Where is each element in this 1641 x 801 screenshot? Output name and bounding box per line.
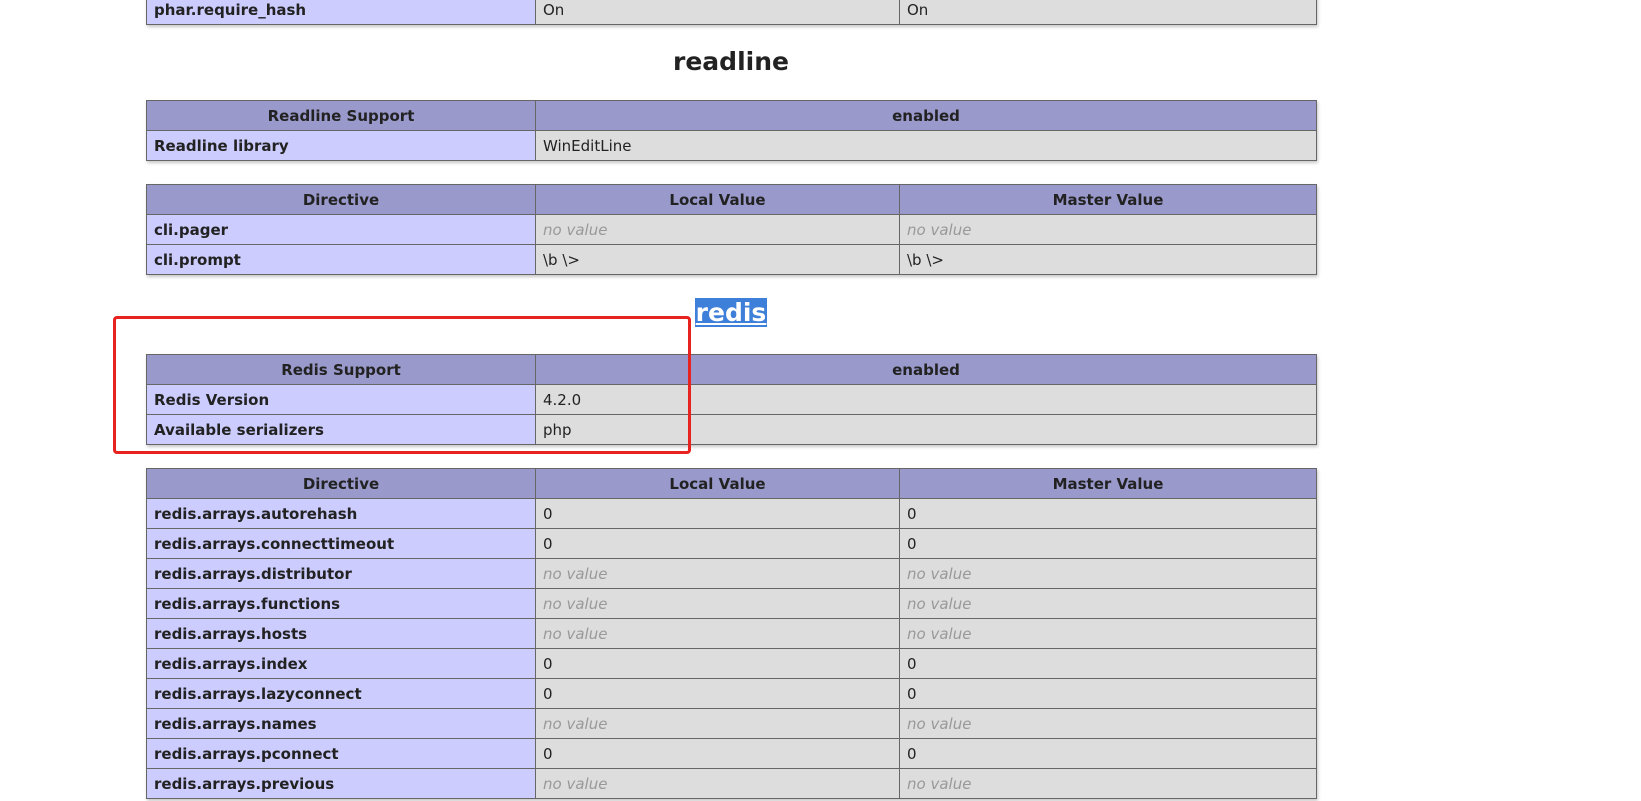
local-value: 0	[535, 738, 900, 769]
directive-name: redis.arrays.autorehash	[146, 498, 536, 529]
redis-serializers-value: php	[534, 414, 1318, 445]
master-value: no value	[899, 768, 1317, 799]
master-value: no value	[899, 708, 1317, 739]
redis-support-value: enabled	[534, 354, 1318, 385]
table-row: redis.arrays.autorehash 0 0	[146, 498, 1317, 529]
redis-directives-body: redis.arrays.autorehash 0 0 redis.arrays.co…	[146, 498, 1317, 799]
local-value: no value	[535, 618, 900, 649]
master-value: no value	[899, 588, 1317, 619]
directive-name: redis.arrays.names	[146, 708, 536, 739]
master-value: 0	[899, 678, 1317, 709]
master-value: \b \>	[899, 244, 1317, 275]
redis-info-table: Redis Support enabled Redis Version 4.2.…	[146, 354, 1318, 445]
directive-name: redis.arrays.previous	[146, 768, 536, 799]
table-row: cli.pager no value no value	[146, 214, 1317, 245]
table-row: redis.arrays.distributor no value no value	[146, 558, 1317, 589]
section-title-readline: readline	[146, 47, 1316, 76]
table-row: redis.arrays.index 0 0	[146, 648, 1317, 679]
table-row: redis.arrays.lazyconnect 0 0	[146, 678, 1317, 709]
local-value: 0	[535, 498, 900, 529]
readline-directives-table: Directive Local Value Master Value cli.p…	[146, 184, 1317, 275]
local-value: On	[535, 0, 900, 25]
table-header-row: Directive Local Value Master Value	[146, 184, 1317, 215]
local-value-header: Local Value	[535, 468, 900, 499]
table-row: Available serializers php	[146, 414, 1318, 445]
master-value: 0	[899, 498, 1317, 529]
local-value: no value	[535, 588, 900, 619]
master-value: no value	[899, 558, 1317, 589]
table-header-row: Redis Support enabled	[146, 354, 1318, 385]
master-value: no value	[899, 214, 1317, 245]
local-value: \b \>	[535, 244, 900, 275]
local-value: 0	[535, 648, 900, 679]
directive-name: redis.arrays.pconnect	[146, 738, 536, 769]
local-value: 0	[535, 528, 900, 559]
master-value: no value	[899, 618, 1317, 649]
master-value-header: Master Value	[899, 184, 1317, 215]
master-value: 0	[899, 528, 1317, 559]
directive-name: redis.arrays.lazyconnect	[146, 678, 536, 709]
phar-directives-table: phar.require_hash On On	[146, 0, 1317, 25]
master-value-header: Master Value	[899, 468, 1317, 499]
directive-header: Directive	[146, 468, 536, 499]
table-row: phar.require_hash On On	[146, 0, 1317, 25]
directive-name: redis.arrays.functions	[146, 588, 536, 619]
directive-name: redis.arrays.distributor	[146, 558, 536, 589]
table-row: redis.arrays.hosts no value no value	[146, 618, 1317, 649]
local-value: 0	[535, 678, 900, 709]
readline-support-value: enabled	[534, 100, 1318, 131]
table-row: redis.arrays.functions no value no value	[146, 588, 1317, 619]
directive-header: Directive	[146, 184, 536, 215]
local-value: no value	[535, 708, 900, 739]
table-row: redis.arrays.pconnect 0 0	[146, 738, 1317, 769]
table-row: Readline library WinEditLine	[146, 130, 1318, 161]
section-title-redis: redis	[146, 298, 1316, 327]
readline-support-label: Readline Support	[146, 100, 536, 131]
local-value-header: Local Value	[535, 184, 900, 215]
table-header-row: Directive Local Value Master Value	[146, 468, 1317, 499]
redis-serializers-label: Available serializers	[146, 414, 536, 445]
table-row: redis.arrays.names no value no value	[146, 708, 1317, 739]
redis-directives-table: Directive Local Value Master Value redis…	[146, 468, 1317, 799]
redis-version-label: Redis Version	[146, 384, 536, 415]
readline-anchor-link[interactable]: readline	[673, 47, 789, 76]
local-value: no value	[535, 558, 900, 589]
table-row: redis.arrays.connecttimeout 0 0	[146, 528, 1317, 559]
table-row: cli.prompt \b \> \b \>	[146, 244, 1317, 275]
master-value: On	[899, 0, 1317, 25]
directive-name: phar.require_hash	[146, 0, 536, 25]
table-row: Redis Version 4.2.0	[146, 384, 1318, 415]
readline-info-table: Readline Support enabled Readline librar…	[146, 100, 1318, 161]
directive-name: redis.arrays.index	[146, 648, 536, 679]
readline-library-value: WinEditLine	[534, 130, 1318, 161]
local-value: no value	[535, 214, 900, 245]
redis-anchor-link[interactable]: redis	[694, 298, 768, 327]
redis-version-value: 4.2.0	[534, 384, 1318, 415]
redis-support-label: Redis Support	[146, 354, 536, 385]
local-value: no value	[535, 768, 900, 799]
master-value: 0	[899, 648, 1317, 679]
directive-name: cli.prompt	[146, 244, 536, 275]
master-value: 0	[899, 738, 1317, 769]
table-row: redis.arrays.previous no value no value	[146, 768, 1317, 799]
table-header-row: Readline Support enabled	[146, 100, 1318, 131]
readline-library-label: Readline library	[146, 130, 536, 161]
directive-name: cli.pager	[146, 214, 536, 245]
directive-name: redis.arrays.hosts	[146, 618, 536, 649]
directive-name: redis.arrays.connecttimeout	[146, 528, 536, 559]
